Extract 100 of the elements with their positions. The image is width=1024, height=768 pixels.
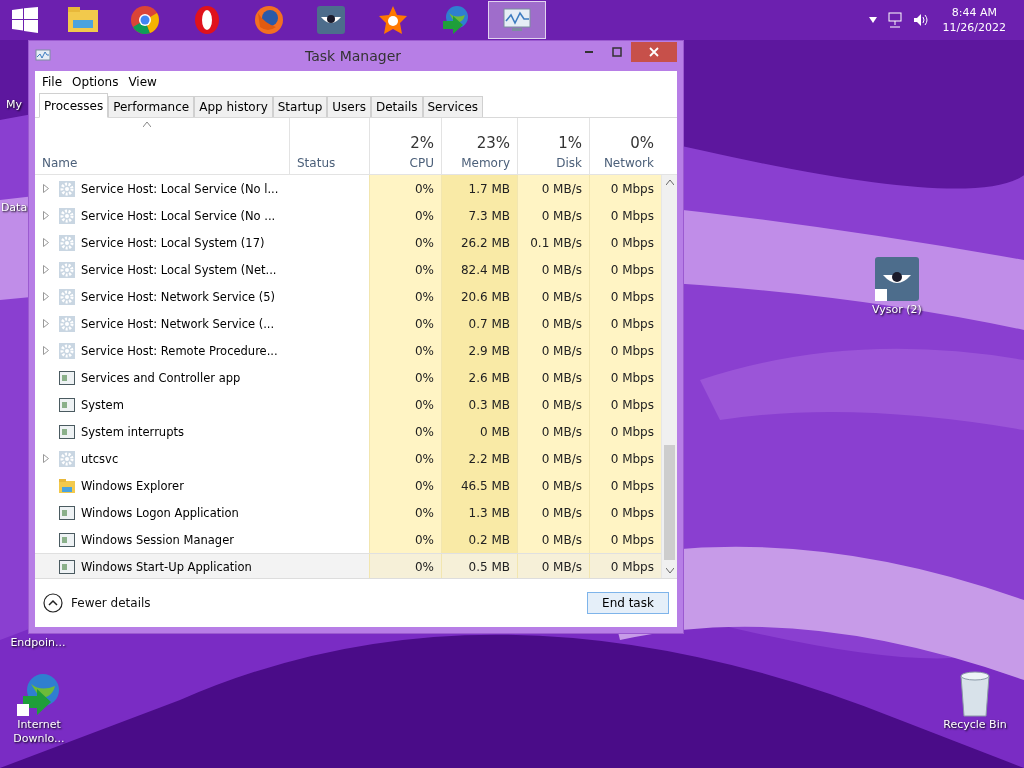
- tab[interactable]: Startup: [272, 96, 328, 117]
- column-header[interactable]: Name: [42, 156, 78, 170]
- gear-icon: [59, 288, 75, 305]
- expand-arrow-icon[interactable]: [43, 454, 49, 463]
- desktop-icon-label[interactable]: Endpoin...: [10, 636, 66, 650]
- table-cell: 0 Mbps: [589, 364, 661, 391]
- collapse-icon[interactable]: [43, 593, 63, 613]
- menu-item[interactable]: View: [125, 75, 160, 89]
- table-cell: 82.4 MB: [441, 256, 517, 283]
- table-cell: 0%: [369, 391, 441, 418]
- table-cell: 1.7 MB: [441, 175, 517, 202]
- column-header[interactable]: CPU: [409, 156, 434, 170]
- column-header[interactable]: Network: [603, 156, 654, 170]
- tricolor-circle-icon[interactable]: [130, 5, 160, 35]
- table-cell: 0%: [369, 337, 441, 364]
- scroll-down-icon[interactable]: [666, 568, 674, 574]
- gear-icon: [59, 180, 75, 197]
- eye-icon[interactable]: [873, 255, 921, 303]
- scroll-thumb[interactable]: [664, 445, 675, 560]
- expand-arrow-icon[interactable]: [43, 292, 49, 301]
- window-icon: [59, 424, 75, 439]
- menu-item[interactable]: File: [39, 75, 66, 89]
- scrollbar[interactable]: [661, 175, 677, 578]
- column-header[interactable]: Disk: [556, 156, 582, 170]
- process-row[interactable]: Service Host: Local System (17) 0% 26.2 MB 0.1 MB/s 0 Mbps: [35, 229, 661, 256]
- window-icon: [59, 397, 75, 412]
- eye-icon[interactable]: [316, 5, 346, 35]
- table-cell: 0.3 MB: [441, 391, 517, 418]
- table-cell: 0 MB/s: [517, 283, 589, 310]
- expand-arrow-icon[interactable]: [43, 184, 49, 193]
- window-title: Task Manager: [304, 48, 402, 64]
- desktop-icon-label[interactable]: My: [6, 98, 22, 112]
- table-cell: 0%: [369, 499, 441, 526]
- expand-arrow-icon[interactable]: [43, 265, 49, 274]
- window-icon: [59, 370, 75, 385]
- close-button[interactable]: [631, 42, 677, 62]
- process-row[interactable]: Service Host: Local System (Net... 0% 82.4 MB 0 MB/s 0 Mbps: [35, 256, 661, 283]
- fewer-details-link[interactable]: Fewer details: [71, 596, 151, 610]
- caret-icon[interactable]: [868, 17, 877, 23]
- speaker-icon[interactable]: [912, 12, 929, 28]
- table-cell: 0%: [369, 418, 441, 445]
- process-row[interactable]: Windows Session Manager 0% 0.2 MB 0 MB/s 0 Mbps: [35, 526, 661, 553]
- close-icon: [649, 47, 659, 57]
- expand-arrow-icon[interactable]: [43, 346, 49, 355]
- column-header[interactable]: Status: [297, 156, 336, 170]
- desktop-icon-label[interactable]: Vysor (2): [872, 303, 922, 317]
- tab[interactable]: Processes: [39, 93, 109, 118]
- process-row[interactable]: Service Host: Network Service (5) 0% 20.6 MB 0 MB/s 0 Mbps: [35, 283, 661, 310]
- expand-arrow-icon[interactable]: [43, 238, 49, 247]
- star-icon[interactable]: [378, 5, 408, 35]
- menu-item[interactable]: Options: [69, 75, 122, 89]
- process-row[interactable]: System 0% 0.3 MB 0 MB/s 0 Mbps: [35, 391, 661, 418]
- process-row[interactable]: Windows Logon Application 0% 1.3 MB 0 MB/s 0 Mbps: [35, 499, 661, 526]
- table-cell: 0 MB/s: [517, 202, 589, 229]
- table-cell: 0.1 MB/s: [517, 229, 589, 256]
- table-cell: 0 Mbps: [589, 526, 661, 553]
- scroll-up-icon[interactable]: [666, 179, 674, 185]
- table-cell: 0 Mbps: [589, 256, 661, 283]
- tab[interactable]: Services: [422, 96, 484, 117]
- table-cell: 0 Mbps: [589, 554, 661, 578]
- folder-icon[interactable]: [67, 6, 99, 34]
- globe-with-fox-icon[interactable]: [254, 5, 284, 35]
- table-cell: 0 MB/s: [517, 472, 589, 499]
- window-icon: [59, 560, 75, 574]
- desktop-icon-label[interactable]: Recycle Bin: [943, 718, 1007, 732]
- process-row[interactable]: Service Host: Local Service (No l... 0% 1.7 MB 0 MB/s 0 Mbps: [35, 175, 661, 202]
- tab[interactable]: Performance: [108, 96, 195, 117]
- table-cell: 1.3 MB: [441, 499, 517, 526]
- tab[interactable]: Details: [370, 96, 423, 117]
- process-row[interactable]: Service Host: Local Service (No ... 0% 7.3 MB 0 MB/s 0 Mbps: [35, 202, 661, 229]
- network-icon[interactable]: [886, 12, 903, 28]
- desktop-icon-label[interactable]: Internet Downlo...: [4, 718, 74, 746]
- process-row[interactable]: System interrupts 0% 0 MB 0 MB/s 0 Mbps: [35, 418, 661, 445]
- task-manager-icon[interactable]: [502, 7, 532, 33]
- process-row[interactable]: Service Host: Network Service (... 0% 0.7 MB 0 MB/s 0 Mbps: [35, 310, 661, 337]
- end-task-button[interactable]: End task: [587, 592, 669, 614]
- ring-icon[interactable]: [194, 5, 220, 35]
- table-cell: 2.9 MB: [441, 337, 517, 364]
- clock[interactable]: 8:44 AM 11/26/2022: [938, 5, 1010, 35]
- table-cell: 2.2 MB: [441, 445, 517, 472]
- table-cell: 20.6 MB: [441, 283, 517, 310]
- process-row[interactable]: Service Host: Remote Procedure... 0% 2.9 MB 0 MB/s 0 Mbps: [35, 337, 661, 364]
- windows-logo-icon[interactable]: [12, 7, 38, 33]
- table-cell: 0 Mbps: [589, 310, 661, 337]
- expand-arrow-icon[interactable]: [43, 319, 49, 328]
- process-row[interactable]: Windows Explorer 0% 46.5 MB 0 MB/s 0 Mbps: [35, 472, 661, 499]
- expand-arrow-icon[interactable]: [43, 211, 49, 220]
- process-row[interactable]: Windows Start-Up Application 0% 0.5 MB 0 MB/s 0 Mbps: [35, 553, 661, 578]
- process-row[interactable]: utcsvc 0% 2.2 MB 0 MB/s 0 Mbps: [35, 445, 661, 472]
- gear-icon: [59, 450, 75, 467]
- tab[interactable]: Users: [327, 96, 371, 117]
- table-cell: 46.5 MB: [441, 472, 517, 499]
- process-row[interactable]: Services and Controller app 0% 2.6 MB 0 MB/s 0 Mbps: [35, 364, 661, 391]
- table-cell: 0 Mbps: [589, 202, 661, 229]
- table-cell: 0 Mbps: [589, 418, 661, 445]
- tab[interactable]: App history: [194, 96, 273, 117]
- table-cell: 2.6 MB: [441, 364, 517, 391]
- minimize-icon: [585, 51, 593, 53]
- column-header[interactable]: Memory: [461, 156, 510, 170]
- column-total: 0%: [630, 134, 654, 152]
